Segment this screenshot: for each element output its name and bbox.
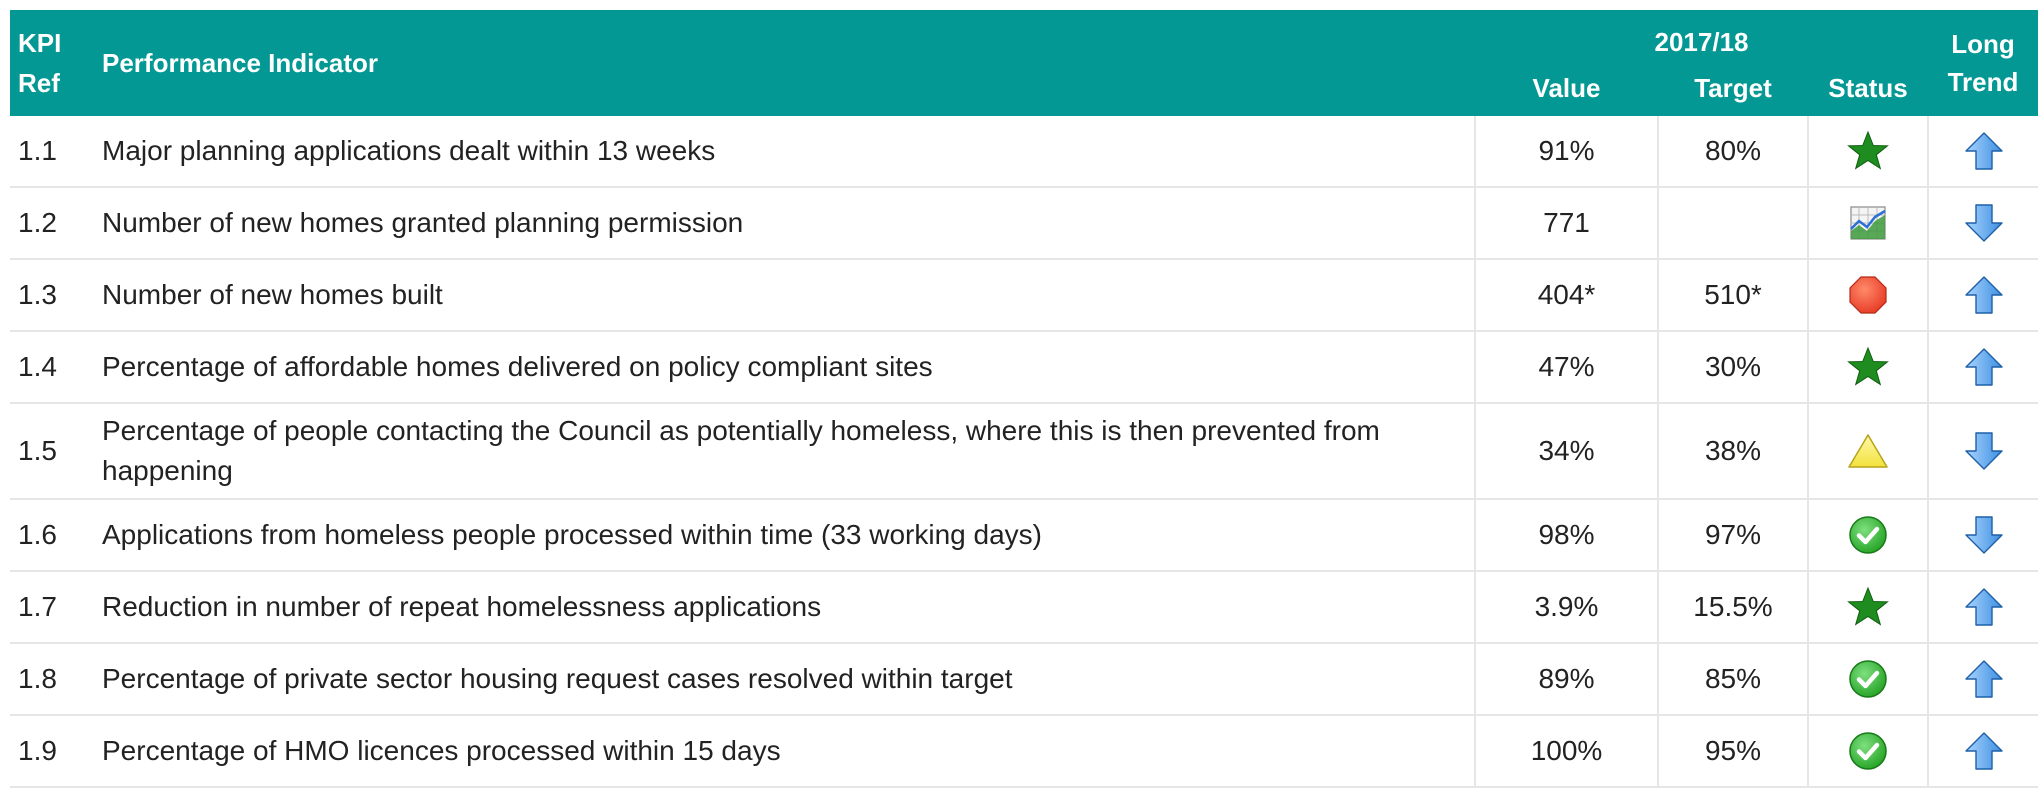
indicator-target: 97% [1658,499,1809,572]
up-arrow-icon [1962,657,2006,701]
header-performance-indicator: Performance Indicator [90,10,1475,116]
indicator-value: 404* [1475,259,1659,332]
table-row: 1.7 Reduction in number of repeat homele… [10,571,2038,644]
kpi-ref: 1.8 [10,643,90,716]
header-target: Target [1658,60,1808,116]
indicator-value: 771 [1475,187,1659,260]
green-star-icon [1846,345,1890,389]
indicator-value: 3.9% [1475,571,1659,644]
kpi-ref: 1.3 [10,259,90,332]
green-check-icon [1846,657,1890,701]
green-check-icon [1846,729,1890,773]
kpi-ref: 1.5 [10,403,90,500]
table-row: 1.5 Percentage of people contacting the … [10,403,2038,500]
indicator-name: Number of new homes built [90,259,1476,332]
kpi-table: KPI Ref Performance Indicator 2017/18 Lo… [10,10,2038,788]
indicator-target [1658,187,1809,260]
indicator-name: Percentage of HMO licences processed wit… [90,715,1476,788]
indicator-value: 91% [1475,116,1659,188]
down-arrow-icon [1962,513,2006,557]
red-octagon-icon [1846,273,1890,317]
indicator-name: Applications from homeless people proces… [90,499,1476,572]
kpi-ref: 1.9 [10,715,90,788]
indicator-target: 15.5% [1658,571,1809,644]
kpi-ref: 1.2 [10,187,90,260]
up-arrow-icon [1962,129,2006,173]
table-row: 1.8 Percentage of private sector housing… [10,643,2038,716]
table-row: 1.6 Applications from homeless people pr… [10,499,2038,572]
green-star-icon [1846,129,1890,173]
table-header: KPI Ref Performance Indicator 2017/18 Lo… [10,10,2038,116]
indicator-target: 510* [1658,259,1809,332]
indicator-name: Percentage of people contacting the Coun… [90,403,1476,500]
header-kpi-ref: KPI Ref [10,10,90,116]
indicator-value: 100% [1475,715,1659,788]
up-arrow-icon [1962,273,2006,317]
indicator-target: 85% [1658,643,1809,716]
indicator-target: 30% [1658,331,1809,404]
table-row: 1.1 Major planning applications dealt wi… [10,116,2038,188]
indicator-name: Percentage of private sector housing req… [90,643,1476,716]
table-row: 1.9 Percentage of HMO licences processed… [10,715,2038,788]
green-star-icon [1846,585,1890,629]
header-value: Value [1475,60,1658,116]
indicator-name: Major planning applications dealt within… [90,116,1476,188]
kpi-ref: 1.6 [10,499,90,572]
indicator-name: Reduction in number of repeat homelessne… [90,571,1476,644]
header-year: 2017/18 [1475,10,1928,60]
data-only-chart-icon [1846,201,1890,245]
indicator-value: 47% [1475,331,1659,404]
up-arrow-icon [1962,585,2006,629]
kpi-ref: 1.7 [10,571,90,644]
table-row: 1.3 Number of new homes built 404* 510* [10,259,2038,332]
down-arrow-icon [1962,429,2006,473]
kpi-ref: 1.1 [10,116,90,188]
amber-triangle-icon [1846,429,1890,473]
indicator-value: 98% [1475,499,1659,572]
table-row: 1.2 Number of new homes granted planning… [10,187,2038,260]
green-check-icon [1846,513,1890,557]
indicator-name: Percentage of affordable homes delivered… [90,331,1476,404]
up-arrow-icon [1962,729,2006,773]
header-long-trend: Long Trend [1928,10,2038,116]
down-arrow-icon [1962,201,2006,245]
kpi-ref: 1.4 [10,331,90,404]
indicator-target: 80% [1658,116,1809,188]
up-arrow-icon [1962,345,2006,389]
header-status: Status [1808,60,1928,116]
indicator-target: 38% [1658,403,1809,500]
indicator-target: 95% [1658,715,1809,788]
indicator-value: 34% [1475,403,1659,500]
indicator-name: Number of new homes granted planning per… [90,187,1476,260]
indicator-value: 89% [1475,643,1659,716]
table-row: 1.4 Percentage of affordable homes deliv… [10,331,2038,404]
